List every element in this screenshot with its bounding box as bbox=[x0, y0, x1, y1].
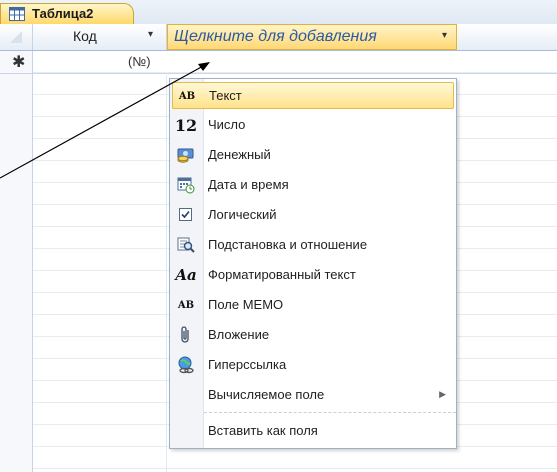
chevron-down-icon[interactable]: ▾ bbox=[148, 29, 153, 40]
menu-item-memo[interactable]: AB Поле MEMO bbox=[172, 292, 454, 319]
column-header-kod[interactable]: Код ▾ bbox=[33, 24, 167, 50]
menu-item-label: Дата и время bbox=[208, 177, 289, 192]
menu-item-datetime[interactable]: Дата и время bbox=[172, 172, 454, 199]
menu-separator bbox=[204, 412, 456, 414]
menu-item-currency[interactable]: Денежный bbox=[172, 142, 454, 169]
document-tab[interactable]: Таблица2 bbox=[0, 3, 134, 24]
chevron-down-icon[interactable]: ▾ bbox=[442, 30, 447, 41]
menu-item-label: Гиперссылка bbox=[208, 357, 287, 372]
menu-item-text[interactable]: AB Текст bbox=[172, 82, 454, 109]
menu-item-lookup[interactable]: Подстановка и отношение bbox=[172, 232, 454, 259]
menu-item-attachment[interactable]: Вложение bbox=[172, 322, 454, 349]
menu-item-rich-text[interactable]: Aa Форматированный текст bbox=[172, 262, 454, 289]
lookup-icon bbox=[175, 236, 197, 254]
currency-icon bbox=[175, 146, 197, 164]
column-header-add-label: Щелкните для добавления bbox=[174, 28, 377, 45]
row-selector-column bbox=[0, 51, 33, 472]
menu-item-label: Вычисляемое поле bbox=[208, 387, 325, 402]
rich-text-icon: Aa bbox=[175, 266, 197, 284]
text-ab-icon: AB bbox=[178, 90, 196, 102]
paperclip-icon bbox=[175, 326, 197, 344]
menu-item-number[interactable]: 12 Число bbox=[172, 112, 454, 139]
new-record-row[interactable]: ✱ (№) bbox=[0, 51, 557, 74]
menu-item-label: Логический bbox=[208, 207, 277, 222]
menu-item-label: Подстановка и отношение bbox=[208, 237, 368, 252]
document-tab-label: Таблица2 bbox=[32, 6, 94, 21]
checkbox-icon bbox=[175, 206, 197, 224]
menu-item-label: Форматированный текст bbox=[208, 267, 356, 282]
menu-item-label: Вложение bbox=[208, 327, 270, 342]
menu-item-label: Денежный bbox=[208, 147, 271, 162]
blank-icon bbox=[175, 422, 197, 440]
menu-item-paste-as-fields[interactable]: Вставить как поля bbox=[172, 418, 454, 445]
calculated-icon bbox=[175, 386, 197, 404]
hyperlink-icon bbox=[175, 356, 197, 374]
chevron-right-icon: ▶ bbox=[439, 389, 446, 399]
calendar-icon bbox=[175, 176, 197, 194]
column-divider bbox=[166, 73, 167, 472]
column-header-add[interactable]: Щелкните для добавления ▾ bbox=[167, 24, 457, 50]
memo-icon: AB bbox=[177, 299, 195, 311]
datasheet-header: Код ▾ Щелкните для добавления ▾ bbox=[0, 24, 557, 51]
number-icon: 12 bbox=[174, 115, 198, 135]
column-header-kod-label: Код bbox=[73, 28, 97, 44]
menu-item-label: Число bbox=[208, 117, 246, 132]
table-icon bbox=[9, 7, 25, 21]
menu-item-label: Поле MEMO bbox=[208, 297, 284, 312]
new-record-id-cell[interactable]: (№) bbox=[128, 54, 151, 69]
menu-item-hyperlink[interactable]: Гиперссылка bbox=[172, 352, 454, 379]
new-record-marker-icon: ✱ bbox=[12, 54, 26, 71]
menu-item-calculated[interactable]: Вычисляемое поле ▶ bbox=[172, 382, 454, 409]
menu-item-label: Вставить как поля bbox=[208, 423, 318, 438]
field-type-menu: AB Текст 12 Число Денежный Дата и время … bbox=[169, 78, 457, 449]
select-all-corner[interactable] bbox=[0, 24, 33, 50]
menu-item-boolean[interactable]: Логический bbox=[172, 202, 454, 229]
menu-item-label: Текст bbox=[209, 88, 242, 103]
